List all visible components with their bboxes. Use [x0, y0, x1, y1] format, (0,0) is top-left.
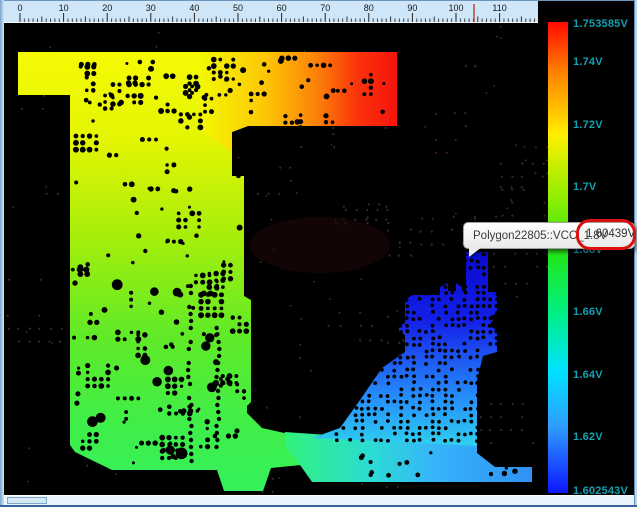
horizontal-scrollbar-thumb[interactable] [7, 497, 47, 504]
ruler-number: 40 [189, 3, 199, 13]
ruler-number: 60 [277, 3, 287, 13]
ruler-number: 90 [407, 3, 417, 13]
voltage-tooltip: Polygon22805::VCC_1.8V 1.60439V [463, 222, 635, 249]
window-border-top [0, 0, 637, 1]
horizontal-scrollbar[interactable] [4, 495, 634, 505]
ruler-number: 30 [146, 3, 156, 13]
ruler-number: 0 [17, 3, 22, 13]
ruler-number: 100 [448, 3, 463, 13]
ruler-number: 70 [320, 3, 330, 13]
ruler-number: 20 [102, 3, 112, 13]
pcb-canvas[interactable] [0, 0, 637, 507]
voltage-colorbar [548, 22, 568, 493]
ruler-number: 80 [364, 3, 374, 13]
horizontal-ruler: 0 10 20 30 40 50 60 70 80 90 100 110 [4, 1, 538, 23]
window-border-left [0, 0, 4, 507]
ruler-number: 110 [492, 3, 506, 13]
annotation-highlight [576, 219, 636, 250]
ghost-glow [250, 217, 390, 273]
pcb-voltage-viewer-window: 0102030405060708090100110 1.753585V1.74V… [0, 0, 637, 507]
ruler-number: 50 [233, 3, 243, 13]
ruler-number: 10 [59, 3, 69, 13]
tooltip-tail [469, 247, 482, 257]
